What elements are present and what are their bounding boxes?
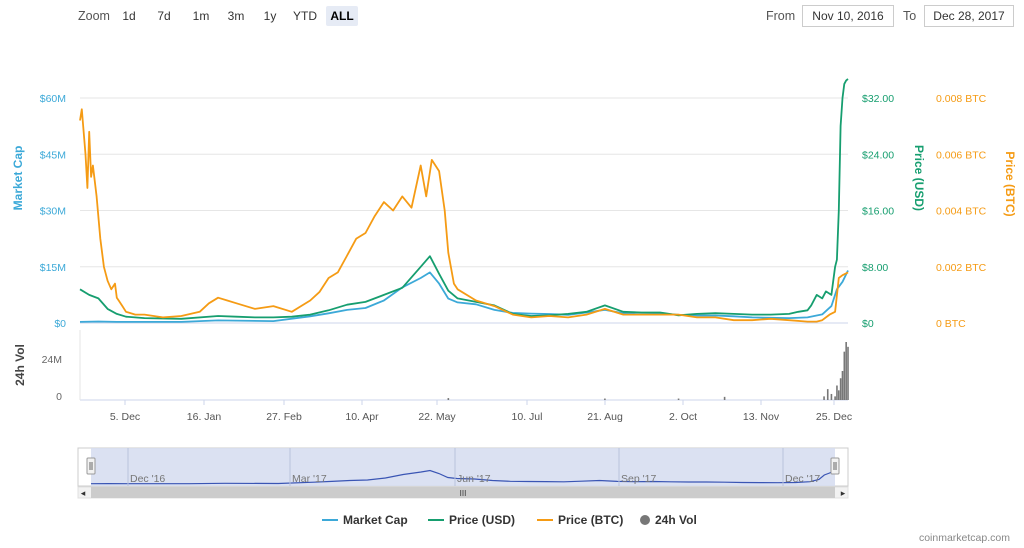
volume-bar: [830, 393, 833, 400]
volume-bar: [823, 396, 825, 400]
volume-bar: [447, 398, 450, 400]
navigator-tick-label: Mar '17: [292, 473, 327, 485]
volume-axis-tick-label: 0: [56, 391, 62, 403]
x-axis-tick-label: 21. Aug: [587, 411, 623, 423]
legend-item-label[interactable]: Market Cap: [343, 513, 408, 527]
volume-bar: [841, 371, 844, 400]
right-axis-usd-tick-label: $24.00: [862, 149, 894, 161]
right-axis-btc-tick-label: 0.004 BTC: [936, 206, 987, 218]
volume-bar: [834, 396, 836, 400]
legend-swatch: [640, 515, 650, 525]
price-btc-line: [79, 108, 849, 323]
x-axis-tick-label: 2. Oct: [669, 411, 697, 423]
scrollbar-left-arrow-icon[interactable]: ◂: [81, 488, 86, 498]
right-axis-usd-title: Price (USD): [912, 145, 926, 211]
left-axis-tick-label: $15M: [40, 262, 66, 274]
volume-bar: [826, 389, 829, 400]
navigator-left-handle[interactable]: [86, 457, 96, 475]
volume-bar: [839, 378, 842, 400]
x-axis-tick-label: 25. Dec: [816, 411, 852, 423]
x-axis-tick-label: 27. Feb: [266, 411, 302, 423]
credit-link[interactable]: coinmarketcap.com: [919, 532, 1010, 544]
volume-axis-title: 24h Vol: [13, 344, 27, 386]
volume-bar: [723, 396, 726, 400]
volume-bar: [837, 390, 840, 400]
x-axis-tick-label: 10. Apr: [345, 411, 379, 423]
right-axis-usd-tick-label: $8.00: [862, 262, 888, 274]
x-axis-tick-label: 16. Jan: [187, 411, 222, 423]
x-axis-tick-label: 5. Dec: [110, 411, 140, 423]
left-axis-tick-label: $45M: [40, 149, 66, 161]
navigator-tick-label: Dec '17: [785, 473, 820, 485]
volume-bar: [845, 342, 847, 400]
scrollbar-grip: III: [460, 489, 467, 498]
scrollbar-right-arrow-icon[interactable]: ▸: [841, 488, 846, 498]
navigator-tick-label: Dec '16: [130, 473, 165, 485]
right-axis-btc-tick-label: 0.008 BTC: [936, 93, 987, 105]
x-axis-tick-label: 13. Nov: [743, 411, 780, 423]
navigator-right-handle[interactable]: [830, 457, 840, 475]
left-axis-tick-label: $30M: [40, 206, 66, 218]
left-axis-tick-label: $0: [54, 318, 66, 330]
volume-bar: [843, 351, 846, 400]
right-axis-usd-tick-label: $16.00: [862, 206, 894, 218]
volume-bar: [836, 385, 838, 400]
chart-canvas: $0 $15M $30M $45M $60M Market Cap $0 $8.00 $16.0…: [11, 78, 1017, 527]
right-axis-usd-tick-label: $0: [862, 318, 874, 330]
navigator-tick-label: Sep '17: [621, 473, 656, 485]
x-axis-tick-label: 22. May: [418, 411, 456, 423]
left-axis-title: Market Cap: [11, 146, 25, 211]
right-axis-btc-tick-label: 0.002 BTC: [936, 262, 987, 274]
legend-item-label[interactable]: 24h Vol: [655, 513, 697, 527]
volume-bar: [604, 398, 606, 400]
navigator-tick-label: Jun '17: [457, 473, 491, 485]
x-axis-tick-label: 10. Jul: [512, 411, 543, 423]
volume-bar: [677, 398, 680, 400]
volume-bar: [847, 346, 849, 400]
legend-item-label[interactable]: Price (BTC): [558, 513, 623, 527]
right-axis-btc-tick-label: 0.006 BTC: [936, 149, 987, 161]
price-usd-line: [79, 78, 849, 320]
volume-axis-tick-label: 24M: [42, 354, 62, 366]
right-axis-btc-title: Price (BTC): [1003, 151, 1017, 216]
right-axis-btc-tick-label: 0 BTC: [936, 318, 966, 330]
left-axis-tick-label: $60M: [40, 93, 66, 105]
legend-item-label[interactable]: Price (USD): [449, 513, 515, 527]
right-axis-usd-tick-label: $32.00: [862, 93, 894, 105]
